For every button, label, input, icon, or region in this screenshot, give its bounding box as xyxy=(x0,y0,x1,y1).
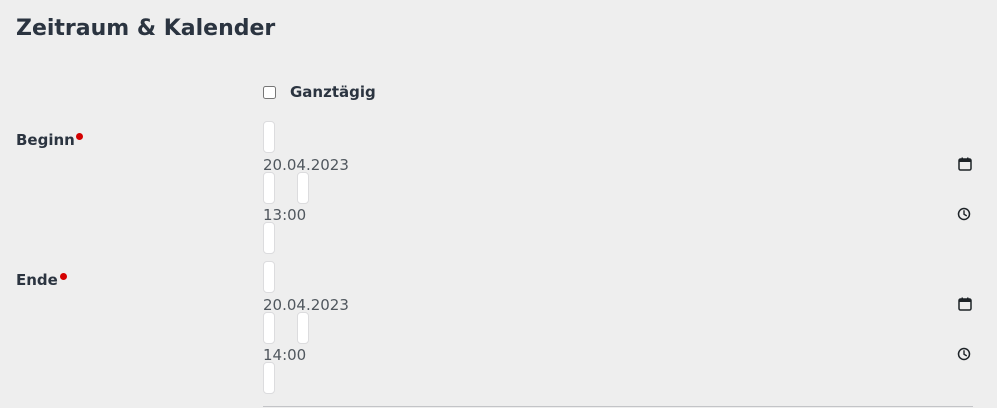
allday-row: Ganztägig xyxy=(263,83,376,101)
end-time-hours-segment[interactable] xyxy=(263,312,275,344)
start-time-hours-segment[interactable] xyxy=(263,172,275,204)
section-title: Zeitraum & Kalender xyxy=(16,16,276,41)
required-indicator-end xyxy=(60,273,67,280)
start-extra-segment[interactable] xyxy=(263,222,275,254)
start-label: Beginn xyxy=(16,131,75,149)
allday-checkbox[interactable] xyxy=(263,85,276,99)
end-time-minutes-segment[interactable] xyxy=(297,312,309,344)
divider xyxy=(263,406,973,407)
end-date-segment[interactable] xyxy=(263,261,275,293)
calendar-icon[interactable] xyxy=(958,157,972,171)
end-extra-segment[interactable] xyxy=(263,362,275,394)
start-date-segment[interactable] xyxy=(263,121,275,153)
clock-icon[interactable] xyxy=(957,347,971,361)
start-time-minutes-segment[interactable] xyxy=(297,172,309,204)
end-label: Ende xyxy=(16,271,58,289)
allday-label[interactable]: Ganztägig xyxy=(290,83,376,101)
calendar-icon[interactable] xyxy=(958,297,972,311)
required-indicator-start xyxy=(76,133,83,140)
clock-icon[interactable] xyxy=(957,207,971,221)
